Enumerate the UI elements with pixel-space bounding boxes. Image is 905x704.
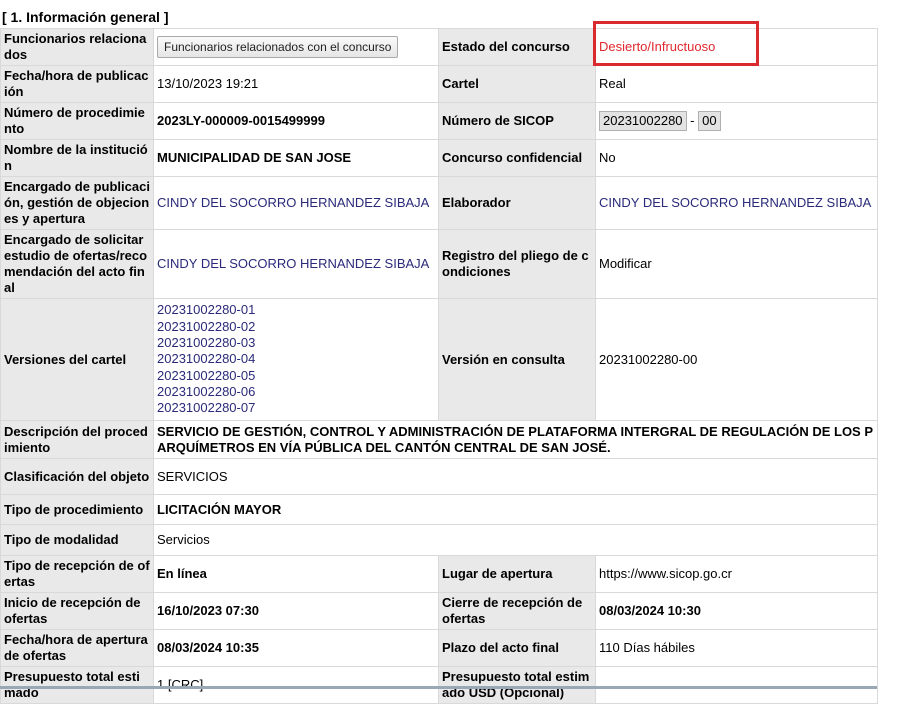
- presupuesto-usd-label: Presupuesto total estimado USD (Opcional…: [438, 666, 596, 704]
- table-row: Número de procedimiento 2023LY-000009-00…: [0, 102, 878, 140]
- table-row: Fecha/hora de apertura de ofertas 08/03/…: [0, 629, 878, 667]
- elaborador-label: Elaborador: [438, 176, 596, 230]
- fecha-value: 13/10/2023 19:21: [153, 65, 439, 103]
- table-row: Presupuesto total estimado 1 [CRC] Presu…: [0, 666, 878, 704]
- version-link[interactable]: 20231002280-03: [157, 335, 435, 351]
- general-info-table: Funcionarios relacionados Funcionarios r…: [0, 28, 878, 704]
- inicio-value: 16/10/2023 07:30: [153, 592, 439, 630]
- tipo-proc-value: LICITACIÓN MAYOR: [153, 494, 878, 525]
- presupuesto-value: 1 [CRC]: [153, 666, 439, 704]
- versiones-list: 20231002280-01 20231002280-02 2023100228…: [153, 298, 439, 421]
- table-row: Descripción del procedimiento SERVICIO D…: [0, 420, 878, 459]
- inicio-label: Inicio de recepción de ofertas: [0, 592, 154, 630]
- registro-value: Modificar: [595, 229, 878, 299]
- sicop-separator: -: [690, 113, 695, 128]
- numero-proc-label: Número de procedimiento: [0, 102, 154, 140]
- version-link[interactable]: 20231002280-05: [157, 368, 435, 384]
- registro-label: Registro del pliego de condiciones: [438, 229, 596, 299]
- lugar-label: Lugar de apertura: [438, 555, 596, 593]
- plazo-label: Plazo del acto final: [438, 629, 596, 667]
- versiones-label: Versiones del cartel: [0, 298, 154, 421]
- table-bottom-border: [0, 686, 877, 689]
- version-link[interactable]: 20231002280-06: [157, 384, 435, 400]
- descripcion-value: SERVICIO DE GESTIÓN, CONTROL Y ADMINISTR…: [153, 420, 878, 459]
- sicop-number: 20231002280: [599, 111, 687, 131]
- fecha-label: Fecha/hora de publicación: [0, 65, 154, 103]
- recepcion-value: En línea: [153, 555, 439, 593]
- institucion-value: MUNICIPALIDAD DE SAN JOSE: [153, 139, 439, 177]
- descripcion-label: Descripción del procedimiento: [0, 420, 154, 459]
- table-row: Tipo de recepción de ofertas En línea Lu…: [0, 555, 878, 593]
- version-link[interactable]: 20231002280-01: [157, 302, 435, 318]
- estado-label: Estado del concurso: [438, 28, 596, 66]
- modalidad-label: Tipo de modalidad: [0, 524, 154, 556]
- table-row: Versiones del cartel 20231002280-01 2023…: [0, 298, 878, 421]
- encargado-est-label: Encargado de solicitar estudio de oferta…: [0, 229, 154, 299]
- cartel-label: Cartel: [438, 65, 596, 103]
- cierre-label: Cierre de recepción de ofertas: [438, 592, 596, 630]
- apertura-value: 08/03/2024 10:35: [153, 629, 439, 667]
- encargado-pub-label: Encargado de publicación, gestión de obj…: [0, 176, 154, 230]
- version-consulta-label: Versión en consulta: [438, 298, 596, 421]
- elaborador-link[interactable]: CINDY DEL SOCORRO HERNANDEZ SIBAJA: [595, 176, 878, 230]
- numero-sicop-cell: 20231002280 - 00: [595, 102, 878, 140]
- cartel-value: Real: [595, 65, 878, 103]
- encargado-pub-link[interactable]: CINDY DEL SOCORRO HERNANDEZ SIBAJA: [153, 176, 439, 230]
- table-row: Funcionarios relacionados Funcionarios r…: [0, 28, 878, 66]
- estado-value: Desierto/Infructuoso: [595, 28, 878, 66]
- table-row: Inicio de recepción de ofertas 16/10/202…: [0, 592, 878, 630]
- institucion-label: Nombre de la institución: [0, 139, 154, 177]
- table-row: Encargado de solicitar estudio de oferta…: [0, 229, 878, 299]
- plazo-value: 110 Días hábiles: [595, 629, 878, 667]
- version-link[interactable]: 20231002280-02: [157, 319, 435, 335]
- numero-sicop-label: Número de SICOP: [438, 102, 596, 140]
- clasificacion-value: SERVICIOS: [153, 458, 878, 495]
- table-row: Encargado de publicación, gestión de obj…: [0, 176, 878, 230]
- modalidad-value: Servicios: [153, 524, 878, 556]
- funcionarios-label: Funcionarios relacionados: [0, 28, 154, 66]
- sicop-suffix: 00: [698, 111, 721, 131]
- version-link[interactable]: 20231002280-07: [157, 400, 435, 416]
- clasificacion-label: Clasificación del objeto: [0, 458, 154, 495]
- numero-proc-value: 2023LY-000009-0015499999: [153, 102, 439, 140]
- presupuesto-label: Presupuesto total estimado: [0, 666, 154, 704]
- apertura-label: Fecha/hora de apertura de ofertas: [0, 629, 154, 667]
- recepcion-label: Tipo de recepción de ofertas: [0, 555, 154, 593]
- section-title: [ 1. Información general ]: [2, 9, 169, 25]
- cierre-value: 08/03/2024 10:30: [595, 592, 878, 630]
- table-row: Nombre de la institución MUNICIPALIDAD D…: [0, 139, 878, 177]
- table-row: Clasificación del objeto SERVICIOS: [0, 458, 878, 495]
- funcionarios-button[interactable]: Funcionarios relacionados con el concurs…: [157, 36, 399, 58]
- version-link[interactable]: 20231002280-04: [157, 351, 435, 367]
- table-row: Tipo de procedimiento LICITACIÓN MAYOR: [0, 494, 878, 525]
- table-row: Tipo de modalidad Servicios: [0, 524, 878, 556]
- encargado-est-link[interactable]: CINDY DEL SOCORRO HERNANDEZ SIBAJA: [153, 229, 439, 299]
- presupuesto-usd-value: [595, 666, 878, 704]
- tipo-proc-label: Tipo de procedimiento: [0, 494, 154, 525]
- version-consulta-value: 20231002280-00: [595, 298, 878, 421]
- funcionarios-cell: Funcionarios relacionados con el concurs…: [153, 28, 439, 66]
- lugar-value: https://www.sicop.go.cr: [595, 555, 878, 593]
- table-row: Fecha/hora de publicación 13/10/2023 19:…: [0, 65, 878, 103]
- confidencial-label: Concurso confidencial: [438, 139, 596, 177]
- confidencial-value: No: [595, 139, 878, 177]
